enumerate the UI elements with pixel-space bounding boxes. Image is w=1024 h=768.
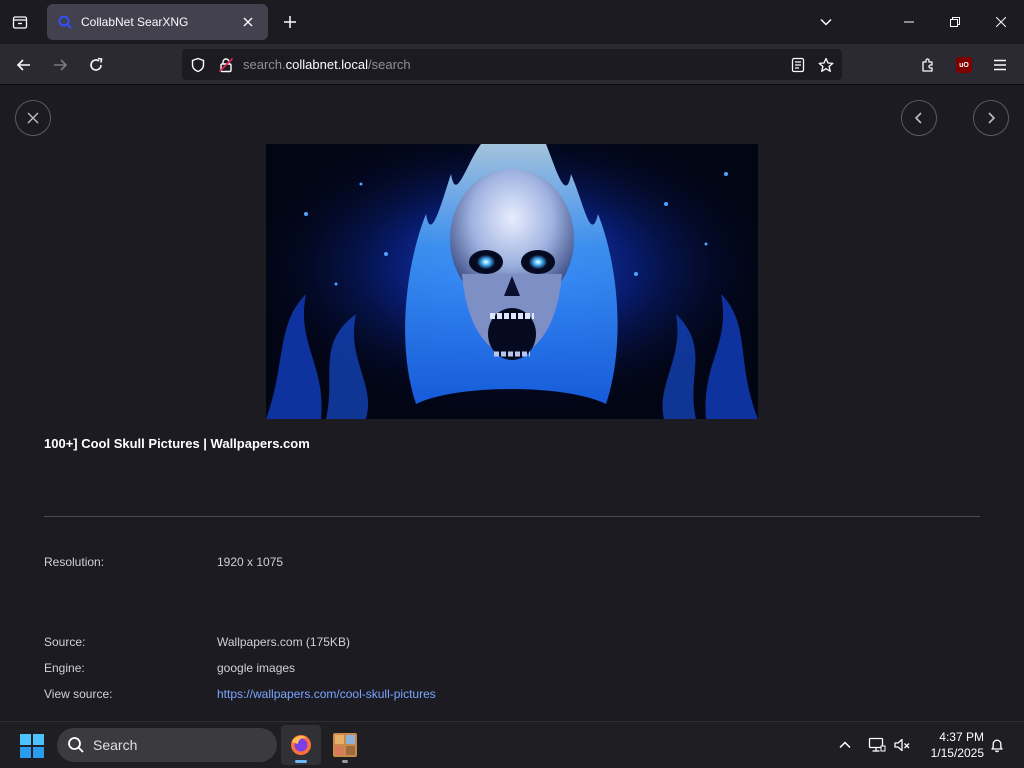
window-restore-button[interactable] <box>932 0 978 44</box>
engine-label: Engine: <box>44 661 85 675</box>
taskbar-search-placeholder: Search <box>93 737 138 753</box>
clock-time: 4:37 PM <box>939 730 984 744</box>
url-prefix: search. <box>243 57 286 72</box>
reload-button[interactable] <box>81 50 111 80</box>
network-status-button[interactable] <box>864 732 890 758</box>
tab-list-icon <box>12 16 28 29</box>
tab-collabnet-searxng[interactable]: CollabNet SearXNG <box>47 4 268 40</box>
photo-thumbnail-icon <box>333 733 357 757</box>
restore-icon <box>950 17 960 27</box>
taskbar-clock[interactable]: 4:37 PM 1/15/2025 <box>918 729 984 761</box>
application-menu-button[interactable] <box>985 50 1015 80</box>
engine-value: google images <box>217 661 296 675</box>
url-text[interactable]: search.collabnet.local/search <box>243 57 411 72</box>
plus-icon <box>284 16 296 28</box>
taskbar-search-box[interactable]: Search <box>57 728 277 762</box>
view-source-label: View source: <box>44 687 113 701</box>
reload-icon <box>90 57 103 71</box>
image-detail-page: 100+] Cool Skull Pictures | Wallpapers.c… <box>0 85 1024 721</box>
notifications-button[interactable] <box>984 732 1010 758</box>
resolution-label: Resolution: <box>44 555 105 569</box>
minimize-icon <box>904 21 914 23</box>
running-indicator <box>342 760 348 763</box>
volume-button[interactable] <box>889 732 915 758</box>
running-indicator <box>295 760 307 763</box>
arrow-left-icon <box>16 59 30 71</box>
clock-date: 1/15/2025 <box>930 746 984 760</box>
back-button[interactable] <box>9 50 39 80</box>
previous-image-button[interactable] <box>901 100 937 136</box>
close-detail-button[interactable] <box>15 100 51 136</box>
new-tab-button[interactable] <box>276 8 304 36</box>
show-hidden-icons-button[interactable] <box>832 732 858 758</box>
source-value: Wallpapers.com (175KB) <box>217 635 350 649</box>
chevron-right-icon <box>988 112 996 124</box>
ublock-origin-icon: uO <box>956 57 972 73</box>
tab-strip: CollabNet SearXNG <box>0 0 1024 44</box>
windows-logo-icon <box>20 734 44 758</box>
insecure-lock-icon[interactable] <box>216 55 236 75</box>
list-all-tabs-button[interactable] <box>6 8 34 36</box>
url-path: /search <box>368 57 411 72</box>
result-title: 100+] Cool Skull Pictures | Wallpapers.c… <box>44 436 310 451</box>
close-icon <box>996 17 1006 27</box>
star-icon <box>818 57 834 72</box>
taskbar-firefox[interactable] <box>281 725 321 765</box>
view-source-link[interactable]: https://wallpapers.com/cool-skull-pictur… <box>217 687 436 701</box>
address-bar[interactable]: search.collabnet.local/search <box>182 49 842 80</box>
searxng-favicon-icon <box>57 14 73 30</box>
close-icon <box>27 112 39 124</box>
extensions-button[interactable] <box>913 50 943 80</box>
window-close-button[interactable] <box>978 0 1024 44</box>
source-label: Source: <box>44 635 86 649</box>
url-host: collabnet.local <box>285 57 369 72</box>
network-monitor-icon <box>868 737 886 752</box>
navigation-toolbar: search.collabnet.local/search uO <box>0 44 1024 85</box>
tab-title: CollabNet SearXNG <box>81 15 189 29</box>
speaker-muted-icon <box>894 738 910 752</box>
chevron-down-icon <box>820 18 832 26</box>
window-minimize-button[interactable] <box>886 0 932 44</box>
firefox-icon <box>291 735 311 755</box>
forward-button[interactable] <box>45 50 75 80</box>
reader-view-icon <box>791 57 805 73</box>
ublock-origin-button[interactable]: uO <box>949 50 979 80</box>
chevron-up-icon <box>839 741 851 749</box>
search-icon <box>68 737 84 753</box>
arrow-right-icon <box>54 59 68 71</box>
divider <box>44 516 980 517</box>
tab-close-button[interactable] <box>238 12 258 32</box>
bookmark-star-button[interactable] <box>815 54 837 76</box>
start-button[interactable] <box>16 730 48 762</box>
taskbar-photo-app[interactable] <box>325 725 365 765</box>
bell-icon <box>991 739 1003 753</box>
tracking-protection-shield-icon[interactable] <box>188 55 208 75</box>
close-icon <box>243 17 253 27</box>
chevron-left-icon <box>914 112 922 124</box>
windows-taskbar: Search 4:37 PM 1/15/2025 <box>0 721 1024 768</box>
reader-view-button[interactable] <box>787 54 809 76</box>
puzzle-piece-icon <box>922 58 933 72</box>
result-image[interactable] <box>266 144 758 419</box>
tab-overflow-button[interactable] <box>812 8 840 36</box>
resolution-value: 1920 x 1075 <box>217 555 284 569</box>
next-image-button[interactable] <box>973 100 1009 136</box>
hamburger-menu-icon <box>994 59 1006 71</box>
